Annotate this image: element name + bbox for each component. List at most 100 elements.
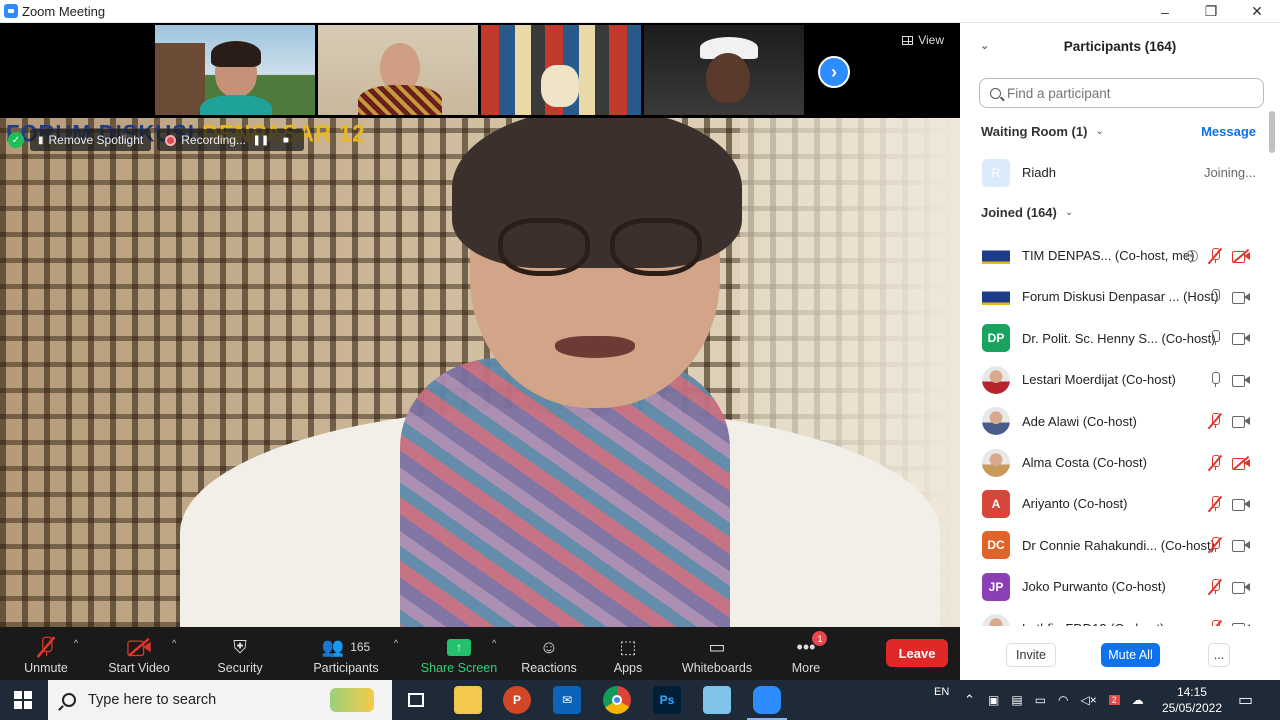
share-screen-label: Share Screen <box>420 661 498 675</box>
view-button[interactable]: View <box>902 33 944 47</box>
next-page-button[interactable]: › <box>818 56 850 88</box>
participants-options-caret[interactable]: ^ <box>394 638 398 648</box>
video-icon[interactable] <box>1232 581 1250 594</box>
mic-muted-icon[interactable] <box>1207 537 1222 554</box>
battery-icon[interactable]: ▭ <box>1035 693 1046 707</box>
remove-spotlight-button[interactable]: ▮ Remove Spotlight <box>30 129 152 151</box>
video-icon[interactable] <box>1232 374 1250 387</box>
participant-row[interactable]: Lestari Moerdijat (Co-host) <box>960 359 1270 400</box>
tray-app-icon[interactable]: ▤ <box>1011 693 1022 707</box>
apps-button[interactable]: ⬚ Apps <box>610 627 646 680</box>
mic-icon[interactable] <box>1208 371 1222 388</box>
participant-row[interactable]: Ade Alawi (Co-host) <box>960 401 1270 442</box>
photoshop-icon[interactable]: Ps <box>653 686 681 714</box>
maximize-button[interactable]: ❐ <box>1188 0 1234 23</box>
more-label: More <box>791 661 821 675</box>
participant-search[interactable] <box>979 78 1264 108</box>
panel-scrollbar[interactable] <box>1269 111 1275 153</box>
waiting-participant-row[interactable]: R Riadh Joining... <box>960 152 1270 193</box>
cloud-icon[interactable]: ☁ <box>1132 693 1144 707</box>
volume-icon[interactable]: ◁× <box>1081 693 1097 707</box>
more-button[interactable]: ••• 1 More <box>788 627 828 680</box>
windows-start-icon[interactable] <box>14 691 32 709</box>
spotlight-video[interactable] <box>0 118 960 627</box>
participant-row[interactable]: Alma Costa (Co-host) <box>960 442 1270 483</box>
video-thumbnail[interactable] <box>318 25 478 115</box>
video-off-icon[interactable] <box>1232 248 1250 263</box>
participant-row[interactable]: Forum Diskusi Denpasar ... (Host) <box>960 276 1270 317</box>
mic-muted-icon[interactable] <box>1207 247 1222 264</box>
video-thumbnail[interactable] <box>644 25 804 115</box>
video-thumbnail[interactable] <box>155 25 315 115</box>
video-icon[interactable] <box>1232 498 1250 511</box>
notification-center-icon[interactable]: ▭ <box>1238 680 1253 720</box>
mic-icon[interactable] <box>1208 330 1222 346</box>
mic-muted-icon[interactable] <box>1207 454 1222 471</box>
mic-muted-icon[interactable] <box>1207 495 1222 513</box>
participant-status: Joining... <box>1203 165 1256 180</box>
audio-options-caret[interactable]: ^ <box>74 638 78 648</box>
mail-icon[interactable]: ✉ <box>553 686 581 714</box>
participant-row[interactable]: DC Dr Connie Rahakundi... (Co-host) <box>960 525 1270 566</box>
video-icon[interactable] <box>1232 332 1250 346</box>
participant-row[interactable]: JP Joko Purwanto (Co-host) <box>960 566 1270 607</box>
video-thumbnail-strip: › View <box>0 23 960 118</box>
mic-icon[interactable] <box>1208 288 1222 305</box>
reactions-button[interactable]: ☺ Reactions <box>520 627 578 680</box>
more-options-button[interactable]: ... <box>1208 643 1230 667</box>
close-button[interactable]: ✕ <box>1234 0 1280 23</box>
security-button[interactable]: ⛨ Security <box>214 627 266 680</box>
participants-button[interactable]: 👥 165 Participants <box>310 627 382 680</box>
participant-name: Lestari Moerdijat (Co-host) <box>1022 372 1176 388</box>
file-explorer-icon[interactable] <box>454 686 482 714</box>
video-icon[interactable] <box>1232 291 1250 304</box>
glasses-lens <box>498 218 590 276</box>
tray-badge-icon[interactable]: 2 <box>1108 695 1120 705</box>
tray-expand-icon[interactable]: ⌃ <box>964 680 975 720</box>
participant-row[interactable]: Luthfi - FDD12 (Co-host) <box>960 608 1270 626</box>
mic-muted-icon[interactable] <box>1207 619 1222 626</box>
video-icon[interactable] <box>1232 415 1250 429</box>
minimize-button[interactable]: – <box>1142 0 1188 23</box>
notes-app-icon[interactable] <box>703 686 731 714</box>
search-input[interactable] <box>1007 85 1247 101</box>
glasses-lens <box>610 218 702 276</box>
powerpoint-icon[interactable]: P <box>503 686 531 714</box>
tray-app-icon[interactable]: ▣ <box>988 693 999 707</box>
share-screen-button[interactable]: ↑ Share Screen <box>420 627 498 680</box>
task-view-icon[interactable] <box>402 686 430 714</box>
video-icon[interactable] <box>1232 622 1250 626</box>
video-options-caret[interactable]: ^ <box>172 638 176 648</box>
participant-row[interactable]: A Ariyanto (Co-host) <box>960 483 1270 524</box>
video-off-icon[interactable] <box>1232 455 1250 470</box>
participant-row[interactable]: DP Dr. Polit. Sc. Henny S... (Co-host) <box>960 318 1270 359</box>
taskbar-search[interactable]: Type here to search <box>48 680 392 720</box>
mic-muted-icon[interactable] <box>1207 578 1222 595</box>
share-options-caret[interactable]: ^ <box>492 638 496 648</box>
video-thumbnail[interactable] <box>481 25 641 115</box>
start-video-button[interactable]: Start Video <box>104 627 174 680</box>
message-button[interactable]: Message <box>1201 124 1256 139</box>
mute-all-button[interactable]: Mute All <box>1101 643 1160 667</box>
notification-badge: 1 <box>812 631 828 646</box>
participant-row[interactable]: TIM DENPAS... (Co-host, me) <box>960 235 1270 276</box>
participant-list: TIM DENPAS... (Co-host, me) Forum Diskusi… <box>960 233 1280 626</box>
zoom-taskbar-icon[interactable] <box>747 686 787 720</box>
language-indicator[interactable]: EN <box>934 672 949 712</box>
video-icon[interactable] <box>1232 539 1250 553</box>
waiting-room-header[interactable]: Waiting Room (1) ⌄ <box>981 124 1104 139</box>
invite-button[interactable]: Invite <box>1006 643 1056 667</box>
chrome-icon[interactable] <box>603 686 631 714</box>
speaker-mouth <box>555 336 635 358</box>
chevron-down-icon[interactable]: ⌄ <box>980 39 989 52</box>
leave-button[interactable]: Leave <box>886 639 948 667</box>
mic-muted-icon[interactable] <box>1207 412 1222 430</box>
whiteboards-button[interactable]: ▭ Whiteboards <box>680 627 754 680</box>
wifi-icon[interactable]: ◠ <box>1058 693 1068 707</box>
stop-recording-button[interactable]: ■ <box>276 129 296 151</box>
avatar <box>982 241 1010 270</box>
pause-recording-button[interactable]: ❚❚ <box>251 129 271 151</box>
joined-header[interactable]: Joined (164) ⌄ <box>981 205 1073 220</box>
unmute-button[interactable]: Unmute <box>20 627 72 680</box>
system-clock[interactable]: 14:15 25/05/2022 <box>1162 684 1222 716</box>
